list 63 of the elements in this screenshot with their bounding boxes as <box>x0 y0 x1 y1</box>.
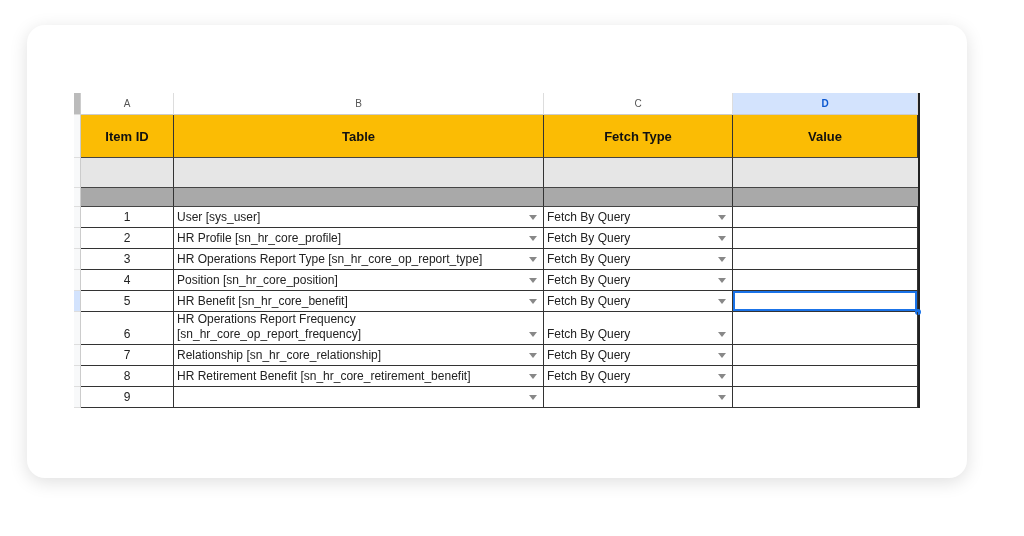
dropdown-arrow-icon[interactable] <box>529 353 537 358</box>
dropdown-cell[interactable]: Fetch By Query <box>544 291 733 312</box>
table-cell: 2 <box>81 228 174 249</box>
dropdown-cell[interactable]: Fetch By Query <box>544 249 733 270</box>
table-cell: 8 <box>81 366 174 387</box>
dropdown-arrow-icon[interactable] <box>529 395 537 400</box>
empty-cell[interactable] <box>733 270 918 291</box>
table-cell: 5 <box>81 291 174 312</box>
dropdown-arrow-icon[interactable] <box>718 236 726 241</box>
table-cell: 4 <box>81 270 174 291</box>
dropdown-cell[interactable]: HR Operations Report Frequency [sn_hr_core_op_report_frequency] <box>174 312 544 345</box>
dropdown-arrow-icon[interactable] <box>529 257 537 262</box>
header-cell: Fetch Type <box>544 115 733 158</box>
dropdown-arrow-icon[interactable] <box>529 299 537 304</box>
dropdown-arrow-icon[interactable] <box>718 353 726 358</box>
dropdown-arrow-icon[interactable] <box>529 374 537 379</box>
dropdown-arrow-icon[interactable] <box>718 374 726 379</box>
dropdown-cell[interactable]: HR Profile [sn_hr_core_profile] <box>174 228 544 249</box>
dropdown-cell[interactable]: Fetch By Query <box>544 270 733 291</box>
dropdown-arrow-icon[interactable] <box>529 332 537 337</box>
dropdown-cell[interactable]: Fetch By Query <box>544 228 733 249</box>
dropdown-cell[interactable]: HR Benefit [sn_hr_core_benefit] <box>174 291 544 312</box>
empty-cell[interactable] <box>733 312 918 345</box>
dropdown-arrow-icon[interactable] <box>718 395 726 400</box>
table-cell: 6 <box>81 312 174 345</box>
column-header[interactable]: B <box>174 93 544 115</box>
dropdown-cell[interactable] <box>544 387 733 408</box>
dropdown-cell[interactable]: Fetch By Query <box>544 345 733 366</box>
fill-handle[interactable] <box>915 309 921 315</box>
dropdown-cell[interactable]: Fetch By Query <box>544 207 733 228</box>
empty-cell[interactable] <box>733 366 918 387</box>
header-cell: Table <box>174 115 544 158</box>
dropdown-arrow-icon[interactable] <box>718 332 726 337</box>
header-cell: Value <box>733 115 918 158</box>
column-header[interactable]: A <box>81 93 174 115</box>
table-cell: 3 <box>81 249 174 270</box>
dropdown-arrow-icon[interactable] <box>718 299 726 304</box>
table-cell: 7 <box>81 345 174 366</box>
dropdown-arrow-icon[interactable] <box>529 278 537 283</box>
dropdown-cell[interactable]: User [sys_user] <box>174 207 544 228</box>
dropdown-arrow-icon[interactable] <box>718 215 726 220</box>
column-header[interactable]: D <box>733 93 918 115</box>
empty-cell[interactable] <box>733 345 918 366</box>
dropdown-arrow-icon[interactable] <box>529 215 537 220</box>
dropdown-arrow-icon[interactable] <box>529 236 537 241</box>
dropdown-cell[interactable]: HR Operations Report Type [sn_hr_core_op_report_type] <box>174 249 544 270</box>
header-cell: Item ID <box>81 115 174 158</box>
dropdown-arrow-icon[interactable] <box>718 257 726 262</box>
empty-cell[interactable] <box>733 228 918 249</box>
empty-cell[interactable] <box>733 387 918 408</box>
column-header[interactable]: C <box>544 93 733 115</box>
dropdown-cell[interactable] <box>174 387 544 408</box>
dropdown-cell[interactable]: Fetch By Query <box>544 366 733 387</box>
dropdown-cell[interactable]: HR Retirement Benefit [sn_hr_core_retirement_benefit] <box>174 366 544 387</box>
table-cell: 9 <box>81 387 174 408</box>
dropdown-cell[interactable]: Position [sn_hr_core_position] <box>174 270 544 291</box>
dropdown-cell[interactable]: Fetch By Query <box>544 312 733 345</box>
dropdown-arrow-icon[interactable] <box>718 278 726 283</box>
empty-cell[interactable] <box>733 207 918 228</box>
dropdown-cell[interactable]: Relationship [sn_hr_core_relationship] <box>174 345 544 366</box>
table-cell: 1 <box>81 207 174 228</box>
empty-cell[interactable] <box>733 249 918 270</box>
selected-cell[interactable] <box>733 291 918 312</box>
